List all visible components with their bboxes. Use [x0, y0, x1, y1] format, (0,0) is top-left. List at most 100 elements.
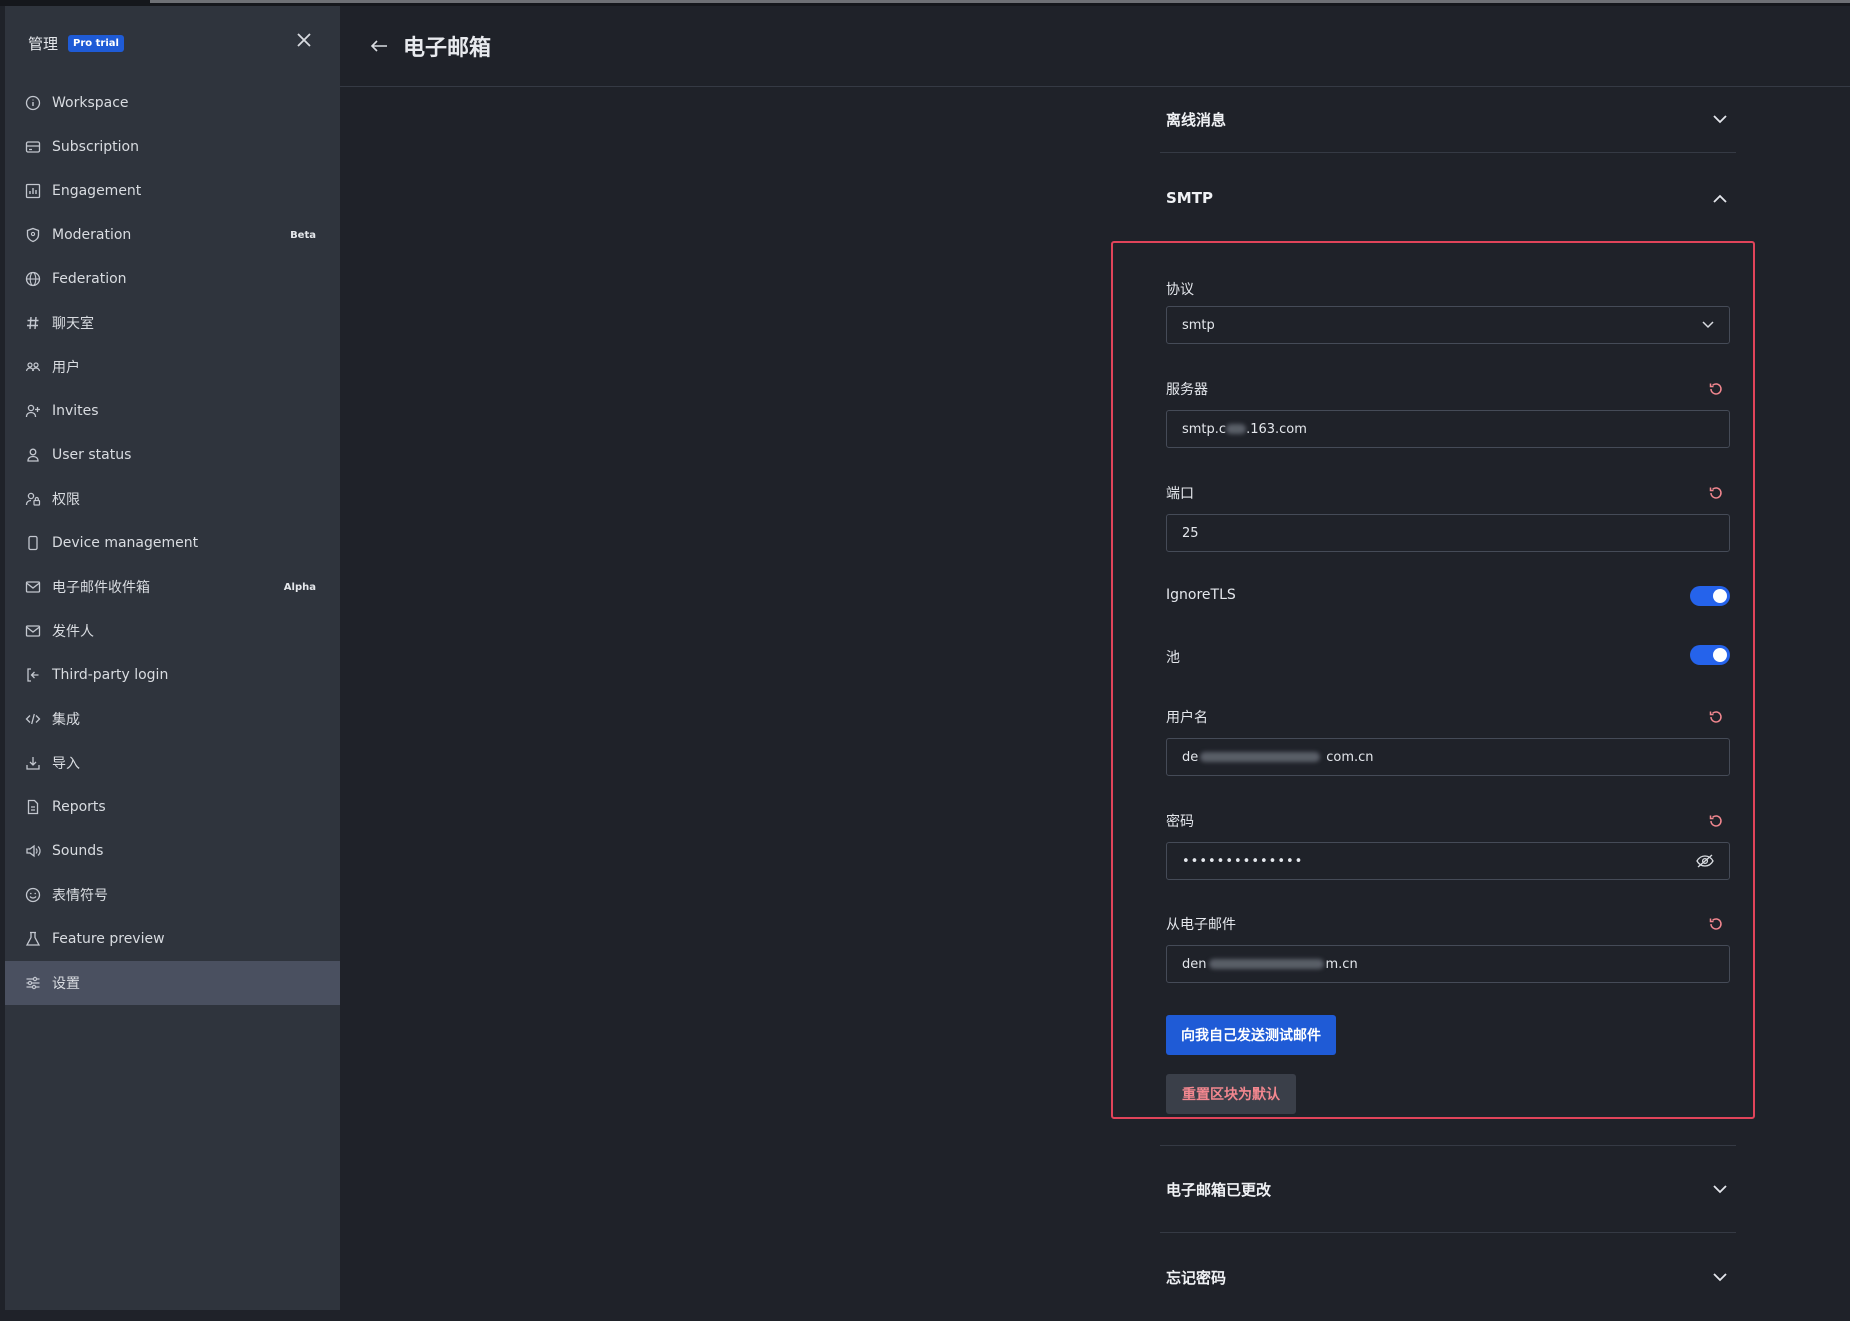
reset-server-button[interactable] — [1706, 379, 1726, 399]
sidebar-item-feature-preview[interactable]: Feature preview — [5, 917, 340, 961]
sound-icon — [23, 841, 43, 861]
from-email-value-start: den — [1182, 956, 1207, 972]
team-icon — [23, 357, 43, 377]
section-forgot-password[interactable]: 忘记密码 — [1160, 1233, 1736, 1321]
page-header: 电子邮箱 — [340, 6, 1850, 87]
reset-section-button[interactable]: 重置区块为默认 — [1166, 1074, 1296, 1114]
sidebar-item-email-inboxes[interactable]: 电子邮件收件箱 Alpha — [5, 565, 340, 609]
port-value: 25 — [1182, 525, 1199, 541]
pool-toggle[interactable] — [1690, 645, 1730, 665]
username-input[interactable]: de com.cn — [1166, 738, 1730, 776]
login-icon — [23, 665, 43, 685]
sidebar-item-sender[interactable]: 发件人 — [5, 609, 340, 653]
sidebar-item-permissions[interactable]: 权限 — [5, 477, 340, 521]
section-smtp[interactable]: SMTP — [1160, 153, 1736, 243]
password-input[interactable]: •••••••••••••• — [1166, 842, 1730, 880]
section-title: SMTP — [1166, 189, 1213, 207]
send-test-email-button[interactable]: 向我自己发送测试邮件 — [1166, 1015, 1336, 1055]
smtp-highlight-box — [1111, 241, 1755, 1119]
from-email-label: 从电子邮件 — [1166, 917, 1236, 933]
server-input[interactable]: smtp.c .163.com — [1166, 410, 1730, 448]
server-value-start: smtp.c — [1182, 421, 1227, 437]
pro-trial-badge[interactable]: Pro trial — [68, 34, 124, 52]
sidebar-nav: Workspace Subscription Engagement Modera… — [5, 81, 340, 1005]
protocol-select[interactable]: smtp — [1166, 306, 1730, 344]
sidebar-item-import[interactable]: 导入 — [5, 741, 340, 785]
sidebar-item-engagement[interactable]: Engagement — [5, 169, 340, 213]
eye-off-icon — [1696, 854, 1714, 868]
sidebar-item-users[interactable]: 用户 — [5, 345, 340, 389]
sidebar-item-reports[interactable]: Reports — [5, 785, 340, 829]
chevron-down-icon — [1710, 110, 1730, 130]
redacted-text — [1200, 752, 1321, 762]
section-title: 离线消息 — [1166, 111, 1227, 129]
chevron-up-icon — [1710, 188, 1730, 208]
section-offline-messages[interactable]: 离线消息 — [1160, 87, 1736, 153]
sidebar-item-emoji[interactable]: 表情符号 — [5, 873, 340, 917]
ignore-tls-label: IgnoreTLS — [1166, 587, 1236, 603]
arrow-left-icon — [370, 40, 387, 52]
server-label: 服务器 — [1166, 382, 1208, 398]
chevron-down-icon — [1710, 1179, 1730, 1199]
sidebar-item-label: 用户 — [52, 360, 80, 376]
username-value-end: com.cn — [1326, 749, 1374, 765]
toggle-password-visibility-button[interactable] — [1696, 854, 1714, 868]
sidebar-item-label: 导入 — [52, 756, 80, 772]
emoji-icon — [23, 885, 43, 905]
user-icon — [23, 445, 43, 465]
sidebar-item-workspace[interactable]: Workspace — [5, 81, 340, 125]
sidebar-item-user-status[interactable]: User status — [5, 433, 340, 477]
reset-icon — [1709, 711, 1722, 723]
close-icon — [297, 33, 311, 47]
reset-from-email-button[interactable] — [1706, 914, 1726, 934]
username-value-start: de — [1182, 749, 1199, 765]
password-mask: •••••••••••••• — [1182, 853, 1304, 869]
reset-icon — [1709, 918, 1722, 930]
protocol-label: 协议 — [1166, 282, 1194, 298]
sidebar-item-label: Sounds — [52, 843, 104, 859]
sidebar-item-rooms[interactable]: 聊天室 — [5, 301, 340, 345]
import-icon — [23, 753, 43, 773]
sidebar-item-subscription[interactable]: Subscription — [5, 125, 340, 169]
sidebar-item-label: Feature preview — [52, 931, 165, 947]
card-icon — [23, 137, 43, 157]
user-add-icon — [23, 401, 43, 421]
sidebar-item-device-management[interactable]: Device management — [5, 521, 340, 565]
sliders-icon — [23, 973, 43, 993]
reset-username-button[interactable] — [1706, 707, 1726, 727]
section-title: 电子邮箱已更改 — [1166, 1180, 1272, 1199]
reset-icon — [1709, 815, 1722, 827]
hash-icon — [23, 313, 43, 333]
pool-label: 池 — [1166, 650, 1180, 666]
sidebar-item-label: 发件人 — [52, 624, 94, 640]
sidebar-item-label: User status — [52, 447, 132, 463]
mail-icon — [23, 577, 43, 597]
ignore-tls-toggle[interactable] — [1690, 586, 1730, 606]
globe-icon — [23, 269, 43, 289]
port-input[interactable]: 25 — [1166, 514, 1730, 552]
file-icon — [23, 797, 43, 817]
sidebar-item-label: Third-party login — [52, 667, 169, 683]
sidebar-item-moderation[interactable]: Moderation Beta — [5, 213, 340, 257]
beta-tag: Beta — [290, 229, 316, 241]
sidebar-item-sounds[interactable]: Sounds — [5, 829, 340, 873]
reset-port-button[interactable] — [1706, 483, 1726, 503]
page-title: 电子邮箱 — [403, 36, 492, 61]
sidebar-item-invites[interactable]: Invites — [5, 389, 340, 433]
sidebar-item-integrations[interactable]: 集成 — [5, 697, 340, 741]
sidebar-item-label: Subscription — [52, 139, 139, 155]
section-email-changed[interactable]: 电子邮箱已更改 — [1160, 1145, 1736, 1233]
reset-password-button[interactable] — [1706, 811, 1726, 831]
sidebar-item-label: Reports — [52, 799, 106, 815]
mail-send-icon — [23, 621, 43, 641]
from-email-input[interactable]: den m.cn — [1166, 945, 1730, 983]
sidebar-item-third-party-login[interactable]: Third-party login — [5, 653, 340, 697]
back-button[interactable] — [365, 32, 393, 60]
sidebar-item-label: Engagement — [52, 183, 142, 199]
sidebar-item-settings[interactable]: 设置 — [5, 961, 340, 1005]
sidebar-item-federation[interactable]: Federation — [5, 257, 340, 301]
sidebar-item-label: Workspace — [52, 95, 129, 111]
close-sidebar-button[interactable] — [290, 26, 318, 54]
info-icon — [23, 93, 43, 113]
user-lock-icon — [23, 489, 43, 509]
